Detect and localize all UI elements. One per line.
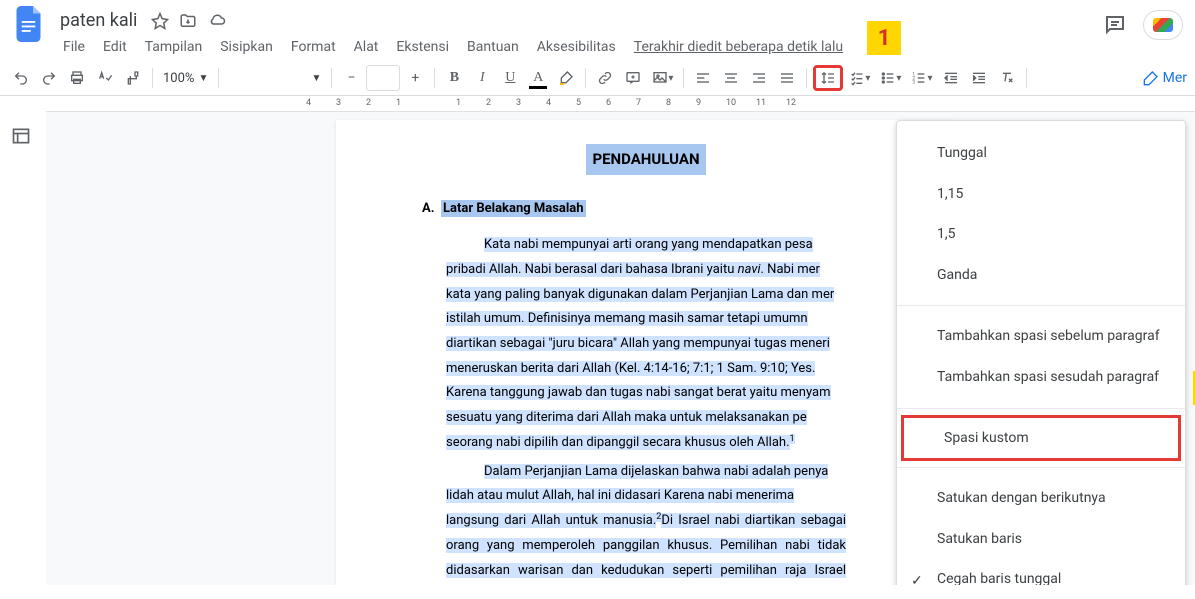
menu-extensions[interactable]: Ekstensi xyxy=(389,37,456,57)
menu-edit[interactable]: Edit xyxy=(96,37,134,57)
callout-marker-1: 1 xyxy=(867,21,901,55)
spacing-1-5[interactable]: 1,5 xyxy=(897,214,1185,255)
paragraph-style-select[interactable]: ▼ xyxy=(225,65,325,91)
line-spacing-button[interactable] xyxy=(813,65,843,91)
document-page[interactable]: PENDAHULUAN A. Latar Belakang Masalah Ka… xyxy=(336,120,956,585)
line-spacing-dropdown: Tunggal 1,15 1,5 Ganda Tambahkan spasi s… xyxy=(896,120,1186,585)
font-size-increase[interactable]: + xyxy=(402,65,428,91)
numbered-list-button[interactable]: 123▾ xyxy=(907,65,936,91)
keep-with-next[interactable]: Satukan dengan berikutnya xyxy=(897,478,1185,519)
section-heading: A. Latar Belakang Masalah xyxy=(422,197,846,222)
insert-link-button[interactable] xyxy=(592,65,618,91)
decrease-indent-button[interactable] xyxy=(938,65,964,91)
insert-comment-button[interactable] xyxy=(620,65,646,91)
docs-logo[interactable] xyxy=(12,6,48,42)
menu-help[interactable]: Bantuan xyxy=(460,37,526,57)
document-title[interactable]: paten kali xyxy=(56,8,141,33)
menu-tools[interactable]: Alat xyxy=(347,37,386,57)
paragraph-1: Kata nabi mempunyai arti orang yang mend… xyxy=(446,233,846,456)
insert-image-button[interactable]: ▾ xyxy=(648,65,677,91)
align-left-button[interactable] xyxy=(690,65,716,91)
check-icon: ✓ xyxy=(911,568,923,585)
cloud-status-icon[interactable] xyxy=(207,12,227,30)
show-outline-button[interactable] xyxy=(11,126,35,150)
menu-insert[interactable]: Sisipkan xyxy=(213,37,280,57)
add-space-after[interactable]: Tambahkan spasi sesudah paragraf xyxy=(897,357,1185,398)
clear-formatting-button[interactable] xyxy=(994,65,1020,91)
align-right-button[interactable] xyxy=(746,65,772,91)
zoom-select[interactable]: 100%▼ xyxy=(159,65,212,91)
move-folder-icon[interactable] xyxy=(179,12,197,30)
font-size-input[interactable] xyxy=(366,65,400,91)
horizontal-ruler[interactable]: 4321 123456789101112 xyxy=(46,96,1195,112)
paragraph-2: Dalam Perjanjian Lama dijelaskan bahwa n… xyxy=(446,460,846,585)
align-justify-button[interactable] xyxy=(774,65,800,91)
spellcheck-button[interactable] xyxy=(92,65,118,91)
checklist-button[interactable]: ▾ xyxy=(845,65,874,91)
menu-view[interactable]: Tampilan xyxy=(138,37,210,57)
print-button[interactable] xyxy=(64,65,90,91)
paint-format-button[interactable] xyxy=(120,65,146,91)
spacing-1-15[interactable]: 1,15 xyxy=(897,174,1185,215)
meet-button[interactable] xyxy=(1143,10,1183,40)
menu-format[interactable]: Format xyxy=(284,37,343,57)
menu-bar: File Edit Tampilan Sisipkan Format Alat … xyxy=(56,35,1095,61)
text-color-button[interactable]: A xyxy=(525,65,551,91)
custom-spacing[interactable]: Spasi kustom xyxy=(904,418,1178,459)
spacing-double[interactable]: Ganda xyxy=(897,255,1185,296)
spacing-single[interactable]: Tunggal xyxy=(897,133,1185,174)
highlight-color-button[interactable] xyxy=(553,65,579,91)
star-icon[interactable] xyxy=(151,12,169,30)
increase-indent-button[interactable] xyxy=(966,65,992,91)
add-space-before[interactable]: Tambahkan spasi sebelum paragraf xyxy=(897,316,1185,357)
svg-text:3: 3 xyxy=(913,79,916,85)
doc-heading: PENDAHULUAN xyxy=(586,144,705,175)
redo-button[interactable] xyxy=(36,65,62,91)
editing-mode-button[interactable]: Mer xyxy=(1143,70,1187,86)
menu-accessibility[interactable]: Aksesibilitas xyxy=(530,37,623,57)
edit-status[interactable]: Terakhir diedit beberapa detik lalu xyxy=(627,37,850,57)
bold-button[interactable]: B xyxy=(441,65,467,91)
comments-icon[interactable] xyxy=(1103,13,1127,37)
prevent-widow[interactable]: ✓Cegah baris tunggal xyxy=(897,559,1185,585)
font-size-decrease[interactable]: − xyxy=(338,65,364,91)
italic-button[interactable]: I xyxy=(469,65,495,91)
align-center-button[interactable] xyxy=(718,65,744,91)
undo-button[interactable] xyxy=(8,65,34,91)
menu-file[interactable]: File xyxy=(56,37,92,57)
bullet-list-button[interactable]: ▾ xyxy=(876,65,905,91)
underline-button[interactable]: U xyxy=(497,65,523,91)
keep-lines-together[interactable]: Satukan baris xyxy=(897,519,1185,560)
toolbar: 1 100%▼ ▼ − + B I U A ▾ ▾ ▾ 123▾ Mer xyxy=(0,61,1195,96)
